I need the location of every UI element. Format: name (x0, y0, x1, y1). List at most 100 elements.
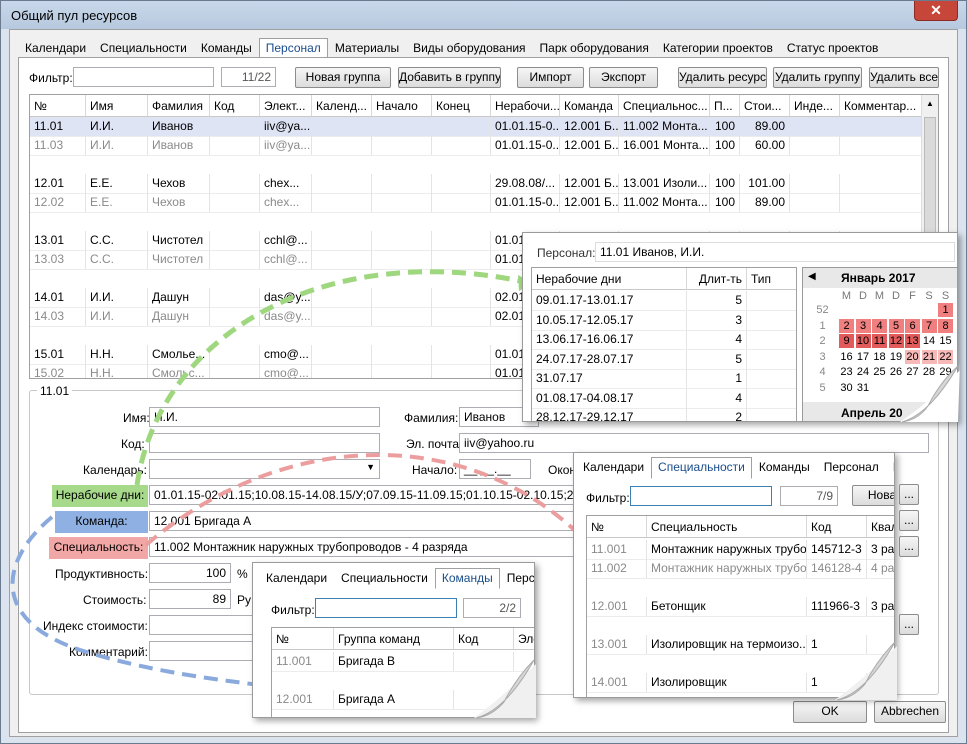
tab-equipment-types[interactable]: Виды оборудования (406, 38, 532, 58)
team-popup-tab-personnel[interactable]: Персонал (500, 568, 534, 589)
calendar-day[interactable]: 15 (938, 334, 953, 348)
team-cell-group[interactable]: Бригада А (334, 690, 454, 709)
grid-cell[interactable]: 01.01.15-0... (491, 117, 560, 136)
grid-cell[interactable]: 13.001 Изоли... (619, 174, 710, 193)
team-cell-code[interactable] (454, 690, 514, 709)
calendar-day[interactable]: 28 (922, 365, 937, 379)
calendar-prev-icon[interactable]: ◀ (808, 271, 816, 282)
grid-cell[interactable]: 12.001 Б... (560, 136, 619, 155)
grid-cell[interactable] (790, 174, 840, 193)
grid-cell[interactable]: 11.002 Монта... (619, 117, 710, 136)
spec-cell-qual[interactable]: 3 раз (867, 597, 894, 616)
spec-filter-input[interactable] (630, 486, 772, 506)
nonwork-cell-duration[interactable]: 5 (687, 349, 747, 369)
grid-col-header[interactable]: П... (710, 95, 740, 117)
grid-cell[interactable] (840, 174, 923, 193)
grid-cell[interactable]: С.С. (86, 250, 148, 269)
grid-cell[interactable] (432, 117, 491, 136)
grid-cell[interactable]: chex... (260, 193, 312, 212)
grid-cell[interactable] (372, 136, 432, 155)
grid-col-header[interactable]: Инде... (790, 95, 840, 117)
spec-popup-tab-calendars[interactable]: Календари (576, 457, 651, 479)
dots-button-3[interactable]: ... (899, 536, 919, 557)
grid-cell[interactable]: 12.001 Б... (560, 174, 619, 193)
grid-cell[interactable]: Смольс... (148, 364, 210, 378)
nonwork-cell-type[interactable] (747, 369, 796, 388)
grid-col-header[interactable]: Команда (560, 95, 619, 117)
tab-project-status[interactable]: Статус проектов (780, 38, 886, 58)
spec-new-button[interactable]: Нова (852, 485, 894, 506)
grid-cell[interactable] (372, 345, 432, 364)
grid-cell[interactable]: И.И. (86, 288, 148, 307)
grid-cell[interactable]: cchl@... (260, 231, 312, 250)
grid-cell[interactable]: Н.Н. (86, 345, 148, 364)
grid-cell[interactable] (210, 288, 260, 307)
grid-cell[interactable] (312, 364, 372, 378)
grid-cell[interactable]: iiv@ya... (260, 117, 312, 136)
calendar-day[interactable]: 13 (905, 334, 920, 348)
calendar-day[interactable]: 23 (839, 365, 854, 379)
grid-cell[interactable] (312, 345, 372, 364)
calendar-select[interactable]: ▼ (149, 459, 380, 479)
export-button[interactable]: Экспорт (589, 67, 658, 88)
calendar-day[interactable]: 29 (938, 365, 953, 379)
calendar-day[interactable]: 31 (856, 381, 871, 395)
productivity-input[interactable]: 100 (149, 563, 231, 583)
calendar-day[interactable]: 6 (905, 318, 920, 333)
scroll-up-icon[interactable]: ▲ (926, 99, 934, 108)
nonwork-cell-range[interactable]: 10.05.17-12.05.17 (532, 310, 687, 330)
grid-cell[interactable]: Чистотел (148, 250, 210, 269)
grid-cell[interactable] (372, 364, 432, 378)
team-cell-group[interactable]: Бригада В (334, 652, 454, 671)
grid-cell[interactable]: 01.01.15-0... (491, 136, 560, 155)
nonwork-cell-type[interactable] (747, 291, 796, 310)
team-popup-tab-specialties[interactable]: Специальности (334, 568, 435, 589)
grid-cell[interactable]: 89.00 (740, 117, 790, 136)
team-cell-no[interactable]: 12.001 (272, 690, 334, 709)
grid-cell[interactable] (840, 193, 923, 212)
grid-cell[interactable] (372, 250, 432, 269)
calendar-day[interactable]: 17 (856, 350, 871, 364)
grid-col-header[interactable]: Начало (372, 95, 432, 117)
spec-cell-qual[interactable]: 4 раз (867, 559, 894, 578)
grid-cell[interactable]: cchl@... (260, 250, 312, 269)
grid-cell[interactable] (372, 231, 432, 250)
grid-cell[interactable] (432, 307, 491, 326)
grid-cell[interactable] (210, 307, 260, 326)
nonwork-cell-duration[interactable]: 5 (687, 291, 747, 310)
calendar-day[interactable]: 16 (839, 350, 854, 364)
spec-cell-qual[interactable] (867, 673, 894, 692)
spec-cell-code[interactable]: 111966-3 (807, 597, 867, 616)
grid-cell[interactable] (432, 345, 491, 364)
grid-cell[interactable]: 13.03 (30, 250, 86, 269)
calendar-day[interactable]: 8 (938, 318, 953, 333)
grid-cell[interactable]: 100 (710, 136, 740, 155)
grid-col-header[interactable]: Код (210, 95, 260, 117)
grid-cell[interactable] (840, 136, 923, 155)
grid-cell[interactable]: 100 (710, 193, 740, 212)
grid-cell[interactable] (372, 193, 432, 212)
grid-cell[interactable] (312, 136, 372, 155)
nonwork-cell-type[interactable] (747, 350, 796, 369)
spec-cell-name[interactable]: Изолировщик (647, 673, 807, 692)
team-cell-code[interactable] (454, 652, 514, 671)
grid-cell[interactable] (790, 117, 840, 136)
cost-index-input[interactable] (149, 615, 259, 635)
nonwork-cell-duration[interactable]: 4 (687, 388, 747, 408)
grid-cell[interactable]: cmo@... (260, 345, 312, 364)
nonwork-cell-type[interactable] (747, 389, 796, 408)
grid-cell[interactable]: Дашун (148, 307, 210, 326)
grid-col-header[interactable]: Нерабочи... (491, 95, 560, 117)
grid-cell[interactable]: 29.08.08/... (491, 174, 560, 193)
grid-cell[interactable]: Иванов (148, 117, 210, 136)
grid-cell[interactable] (840, 117, 923, 136)
spec-popup-tab-personnel[interactable]: Персонал (817, 457, 886, 479)
nonwork-input[interactable]: 01.01.15-02.01.15;10.08.15-14.08.15/У;07… (149, 485, 579, 505)
nonwork-cell-type[interactable] (747, 330, 796, 349)
grid-cell[interactable]: И.И. (86, 136, 148, 155)
calendar-day[interactable]: 26 (889, 365, 904, 379)
grid-cell[interactable]: И.И. (86, 117, 148, 136)
spec-cell-qual[interactable] (867, 635, 894, 654)
calendar-day[interactable]: 30 (839, 381, 854, 395)
grid-cell[interactable]: Иванов (148, 136, 210, 155)
